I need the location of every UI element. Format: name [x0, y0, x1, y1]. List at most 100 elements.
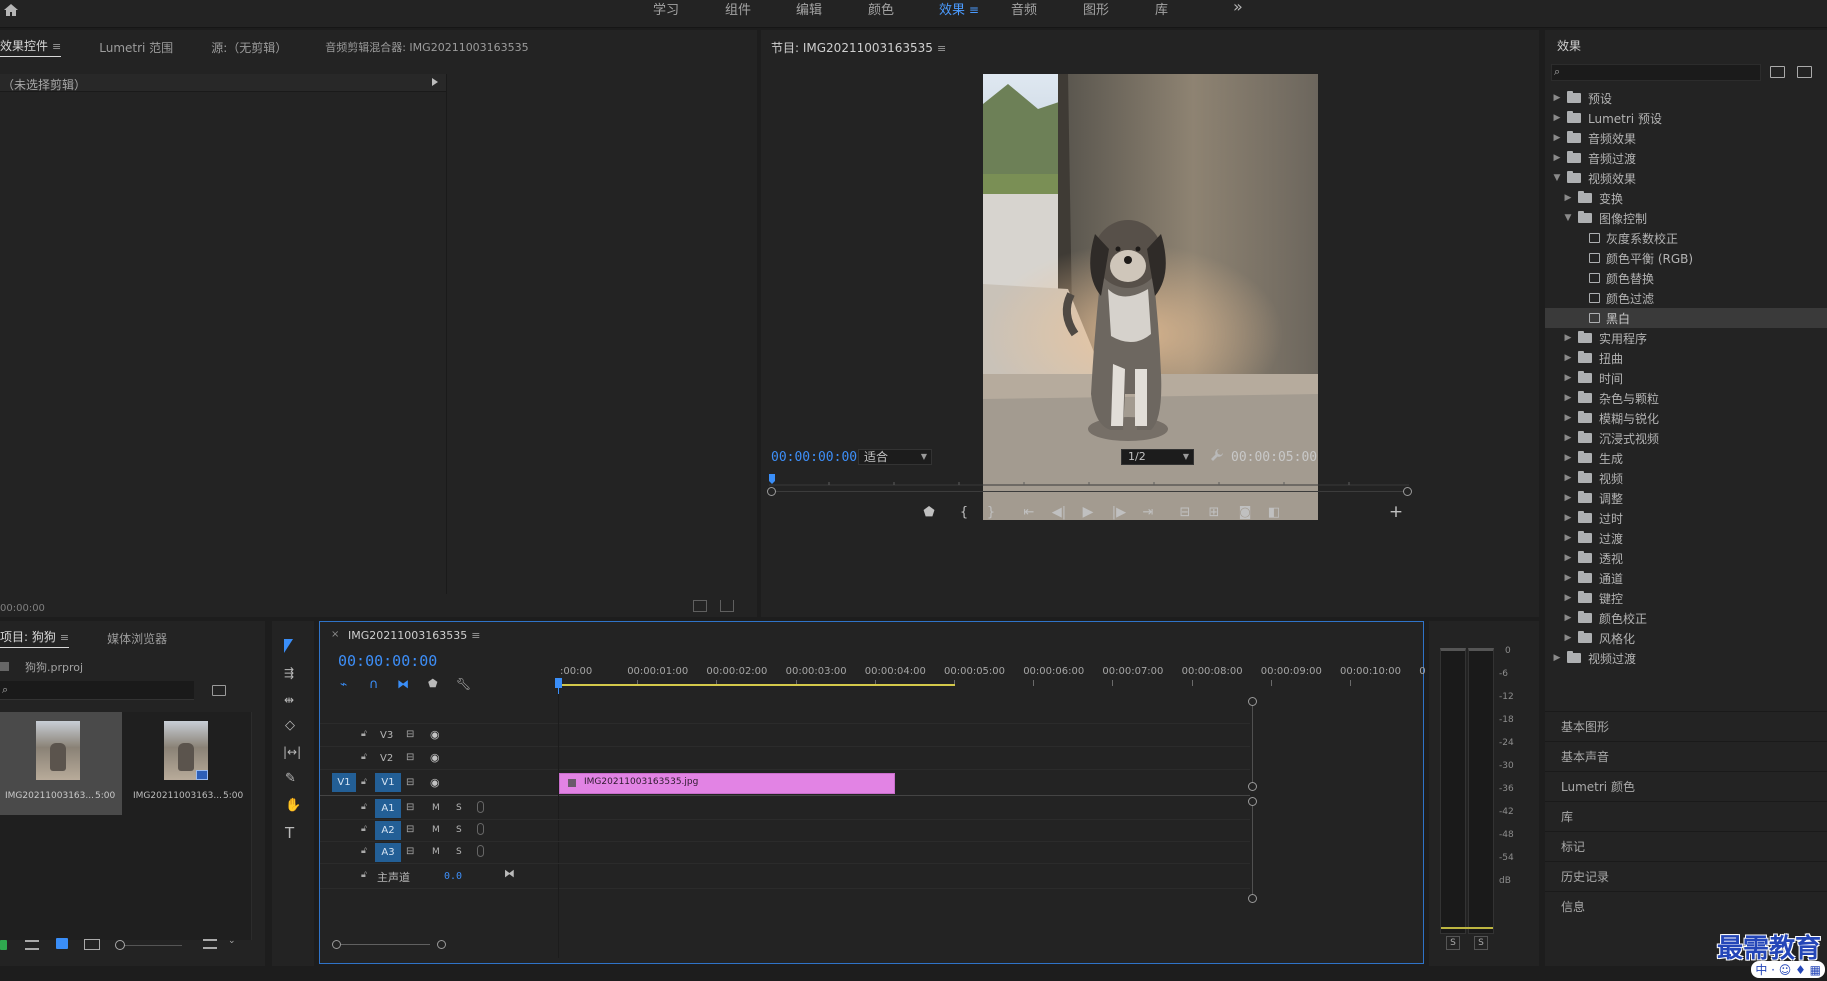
chevron-right-icon[interactable]: ▶	[1562, 393, 1574, 403]
tab-menu-icon[interactable]: ≡	[965, 3, 979, 17]
vscroll-video[interactable]	[1252, 700, 1253, 786]
effects-tree-item[interactable]: ▶ 模糊与锐化	[1545, 408, 1827, 428]
effects-tree-item[interactable]: ▶ 调整	[1545, 488, 1827, 508]
workspace-tab-0[interactable]: 学习	[653, 0, 679, 18]
hscroll-knob-left[interactable]	[332, 940, 341, 949]
effects-tree-item[interactable]: ▶ 视频过渡	[1545, 648, 1827, 668]
workspace-more-button[interactable]: »	[1233, 0, 1243, 16]
type-tool-icon[interactable]: T	[285, 824, 294, 842]
extract-icon[interactable]: ⊞	[1201, 500, 1227, 524]
track-target-a1[interactable]: A1	[375, 799, 401, 818]
effects-tree-item[interactable]: 颜色过滤	[1545, 288, 1827, 308]
workspace-tab-6[interactable]: 图形	[1083, 0, 1109, 18]
chevron-right-icon[interactable]: ▶	[1562, 573, 1574, 583]
linked-selection-icon[interactable]: ⧓	[397, 677, 409, 691]
project-item-2[interactable]: IMG20211003163... 5:00	[128, 712, 250, 815]
project-item-1[interactable]: IMG20211003163... 5:00	[0, 712, 122, 815]
sync-lock-icon[interactable]: ⊟	[406, 846, 414, 857]
panel-menu-icon[interactable]: ≡	[52, 40, 61, 53]
effects-tree-item[interactable]: ▼ 图像控制	[1545, 208, 1827, 228]
sort-icon[interactable]	[203, 939, 217, 949]
chevron-right-icon[interactable]: ▶	[1562, 353, 1574, 363]
chevron-right-icon[interactable]: ▶	[1562, 193, 1574, 203]
chevron-right-icon[interactable]: ▶	[1551, 113, 1563, 123]
effects-tree-item[interactable]: ▶ 过时	[1545, 508, 1827, 528]
tab-lumetri-scopes[interactable]: Lumetri 范围	[99, 39, 173, 56]
solo-left-button[interactable]: S	[1446, 936, 1460, 950]
lock-icon[interactable]: 🔓︎	[361, 870, 367, 880]
panel-menu-icon[interactable]: ≡	[937, 42, 946, 55]
effects-tree-item[interactable]: ▶ Lumetri 预设	[1545, 108, 1827, 128]
zoom-handle-left[interactable]	[767, 487, 776, 496]
effects-tree-item[interactable]: ▶ 颜色校正	[1545, 608, 1827, 628]
solo-button[interactable]: S	[456, 825, 462, 835]
lift-icon[interactable]: ⊟	[1172, 500, 1198, 524]
timeline-timecode[interactable]: 00:00:00:00	[338, 652, 437, 670]
track-target-v1[interactable]: V1	[375, 773, 401, 792]
effects-tree-item[interactable]: 颜色替换	[1545, 268, 1827, 288]
fit-select[interactable]: 适合 ▼	[858, 449, 932, 465]
mute-button[interactable]: M	[432, 847, 440, 857]
mute-button[interactable]: M	[432, 803, 440, 813]
effects-tree-item[interactable]: 灰度系数校正	[1545, 228, 1827, 248]
accelerated-effects-icon[interactable]	[1770, 66, 1785, 78]
chevron-right-icon[interactable]: ▶	[1562, 373, 1574, 383]
list-view-icon[interactable]	[25, 940, 39, 950]
effects-tree-item[interactable]: ▶ 视频	[1545, 468, 1827, 488]
track-select-tool-icon[interactable]: ⇶	[284, 666, 294, 680]
home-icon[interactable]	[2, 2, 20, 18]
timeline-hscroll[interactable]	[338, 944, 430, 945]
lock-icon[interactable]: 🔓︎	[361, 752, 367, 762]
project-search-input[interactable]: ⌕	[0, 681, 194, 700]
wrench-icon[interactable]	[1210, 448, 1224, 462]
chevron-right-icon[interactable]: ▶	[1551, 653, 1563, 663]
chevron-right-icon[interactable]: ▶	[1551, 153, 1563, 163]
export-frame-icon[interactable]	[693, 600, 707, 612]
lock-icon[interactable]	[0, 940, 7, 950]
sync-lock-icon[interactable]: ⊟	[406, 777, 414, 788]
chevron-down-icon[interactable]: ⌄	[228, 936, 236, 946]
lock-icon[interactable]: 🔓︎	[361, 777, 367, 787]
solo-button[interactable]: S	[456, 847, 462, 857]
hand-tool-icon[interactable]: ✋	[285, 798, 301, 813]
chevron-right-icon[interactable]: ▶	[1562, 333, 1574, 343]
track-label[interactable]: V3	[380, 730, 393, 741]
solo-right-button[interactable]: S	[1474, 936, 1488, 950]
eye-icon[interactable]: ◉	[430, 728, 440, 741]
effects-tree-item[interactable]: ▶ 扭曲	[1545, 348, 1827, 368]
effects-tree-item[interactable]: ▶ 预设	[1545, 88, 1827, 108]
sync-lock-icon[interactable]: ⊟	[406, 729, 414, 740]
side-panel-tab[interactable]: 历史记录	[1545, 861, 1827, 891]
chevron-down-icon[interactable]: ▼	[1551, 173, 1563, 183]
microphone-icon[interactable]	[477, 823, 484, 835]
32bit-effects-icon[interactable]	[1797, 66, 1812, 78]
go-to-out-icon[interactable]: ⇥	[1135, 500, 1161, 524]
lock-icon[interactable]: 🔓︎	[361, 824, 367, 834]
nest-toggle-icon[interactable]: ⌁	[340, 677, 347, 691]
razor-tool-icon[interactable]: ◇	[285, 718, 295, 733]
chevron-right-icon[interactable]: ▶	[1562, 593, 1574, 603]
camera-icon[interactable]: ◙	[1232, 500, 1258, 524]
tab-audio-clip-mixer[interactable]: 音频剪辑混合器: IMG20211003163535	[325, 39, 528, 55]
microphone-icon[interactable]	[477, 801, 484, 813]
sync-lock-icon[interactable]: ⊟	[406, 824, 414, 835]
program-playhead-timecode[interactable]: 00:00:00:00	[771, 450, 857, 465]
share-icon[interactable]	[720, 600, 734, 612]
track-target-a3[interactable]: A3	[375, 843, 401, 862]
add-marker-icon[interactable]: ⬟	[916, 500, 942, 524]
chevron-right-icon[interactable]: ▶	[1562, 513, 1574, 523]
source-patch-v1[interactable]: V1	[332, 773, 356, 792]
effects-tree-item[interactable]: 颜色平衡 (RGB)	[1545, 248, 1827, 268]
workspace-tab-2[interactable]: 编辑	[796, 0, 822, 18]
chevron-right-icon[interactable]: ▶	[1562, 473, 1574, 483]
add-button[interactable]: +	[1383, 500, 1409, 524]
timeline-clip[interactable]: IMG20211003163535.jpg	[559, 773, 895, 794]
chevron-right-icon[interactable]: ▶	[1562, 533, 1574, 543]
effects-tree-item[interactable]: ▶ 杂色与颗粒	[1545, 388, 1827, 408]
chevron-down-icon[interactable]: ▼	[1562, 213, 1574, 223]
resolution-select[interactable]: 1/2 ▼	[1121, 449, 1194, 465]
selection-tool-icon[interactable]	[284, 639, 293, 653]
effects-tree-item[interactable]: ▶ 音频效果	[1545, 128, 1827, 148]
effects-tree-item[interactable]: ▶ 音频过渡	[1545, 148, 1827, 168]
vscroll-audio[interactable]	[1252, 800, 1253, 898]
